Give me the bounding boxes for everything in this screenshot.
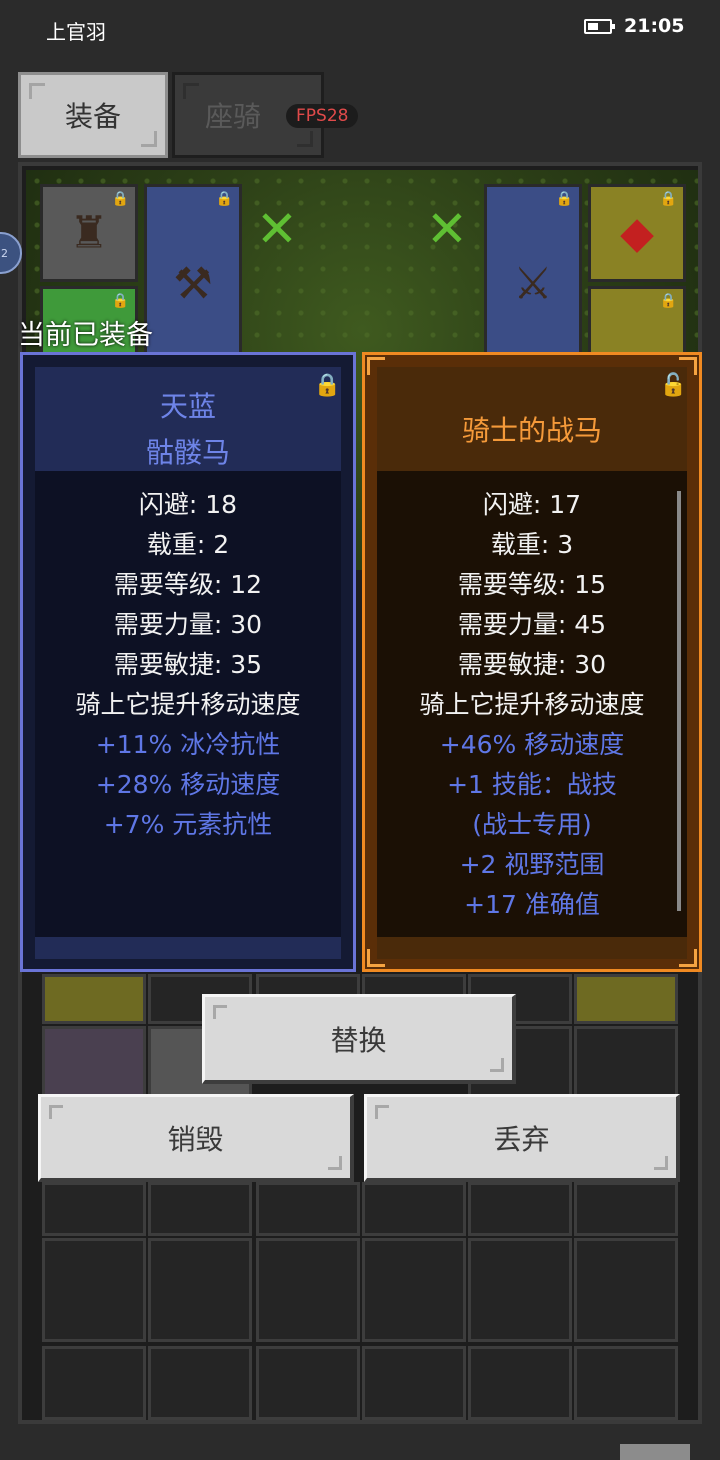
leaf-decoration-icon: ✕ (426, 200, 468, 258)
inventory-cell[interactable] (574, 1182, 678, 1236)
status-user-name: 上官羽 (46, 20, 106, 44)
inventory-cell[interactable] (42, 1182, 146, 1236)
inventory-cell[interactable] (148, 1238, 252, 1342)
mace-icon: ⚒ (173, 258, 213, 310)
inventory-cell[interactable] (468, 1346, 572, 1420)
stat-line: 需要敏捷: 30 (457, 650, 607, 679)
fps-badge: FPS28 (286, 104, 359, 128)
inventory-cell[interactable] (574, 974, 678, 1024)
inventory-cell[interactable] (42, 974, 146, 1024)
inventory-cell[interactable] (148, 1346, 252, 1420)
lock-icon: 🔒 (215, 191, 233, 207)
corner-ornament (679, 949, 697, 967)
compared-item-name: 骑士的战马 (461, 414, 602, 447)
helmet-slot[interactable]: 🔒 ♜ (40, 184, 138, 282)
inventory-cell[interactable] (42, 1346, 146, 1420)
discard-button-label: 丢弃 (493, 1122, 550, 1156)
magic-stat-line: +2 视野范围 (459, 850, 605, 879)
inventory-cell[interactable] (468, 1182, 572, 1236)
equipped-item-prefix: 天蓝 (159, 390, 216, 423)
stat-line: 需要等级: 12 (113, 570, 263, 599)
inventory-cell[interactable] (362, 1346, 466, 1420)
magic-stat-line: +1 技能：战技 (447, 770, 617, 799)
tab-equipment[interactable]: 装备 (18, 72, 168, 158)
stat-line: 骑上它提升移动速度 (75, 690, 301, 719)
tab-mount-label: 座骑 (204, 100, 261, 133)
stat-line: 载重: 3 (490, 530, 574, 559)
compared-item-stats: 闪避: 17 载重: 3 需要等级: 15 需要力量: 45 需要敏捷: 30 … (365, 485, 699, 925)
inventory-cell[interactable] (148, 1182, 252, 1236)
inventory-cell[interactable] (574, 1346, 678, 1420)
replace-button[interactable]: 替换 (202, 994, 516, 1084)
inventory-cell[interactable] (256, 1238, 360, 1342)
inventory-cell[interactable] (574, 1238, 678, 1342)
corner-ornament (367, 949, 385, 967)
destroy-button[interactable]: 销毁 (38, 1094, 354, 1182)
lock-icon: 🔒 (111, 191, 129, 207)
amulet-slot[interactable]: 🔒 ◆ (588, 184, 686, 282)
magic-stat-line: +7% 元素抗性 (103, 810, 273, 839)
spear-icon: ⚔ (513, 258, 553, 310)
stat-line: 闪避: 17 (482, 490, 582, 519)
current-equipped-label: 当前已装备 (18, 320, 153, 351)
magic-stat-line: +11% 冰冷抗性 (95, 730, 281, 759)
lock-icon: 🔒 (659, 293, 677, 309)
inventory-cell[interactable] (42, 1238, 146, 1342)
bottom-handle[interactable] (620, 1444, 690, 1460)
stat-line: 载重: 2 (146, 530, 230, 559)
lock-icon: 🔒 (555, 191, 573, 207)
compared-item-card: 🔓 骑士的战马 闪避: 17 载重: 3 需要等级: 15 需要力量: 45 需… (362, 352, 702, 972)
inventory-cell[interactable] (256, 1346, 360, 1420)
stat-line: 需要等级: 15 (457, 570, 607, 599)
stats-scrollbar[interactable] (677, 491, 681, 911)
magic-stat-line: +17 准确值 (464, 890, 600, 919)
equipped-item-stats: 闪避: 18 载重: 2 需要等级: 12 需要力量: 30 需要敏捷: 35 … (23, 485, 353, 845)
unlock-icon[interactable]: 🔓 (660, 373, 687, 398)
stat-line: 需要力量: 45 (457, 610, 607, 639)
inventory-cell[interactable] (362, 1182, 466, 1236)
inventory-cell[interactable] (362, 1238, 466, 1342)
magic-stat-line: +28% 移动速度 (95, 770, 281, 799)
equipped-item-card: 🔒 天蓝 骷髅马 闪避: 18 载重: 2 需要等级: 12 需要力量: 30 … (20, 352, 356, 972)
magic-stat-line: +46% 移动速度 (439, 730, 625, 759)
helmet-icon: ♜ (69, 207, 109, 259)
status-bar: 上官羽 21:05 (0, 0, 720, 58)
magic-stat-line: (战士专用) (472, 810, 592, 839)
stat-line: 需要力量: 30 (113, 610, 263, 639)
stat-line: 需要敏捷: 35 (113, 650, 263, 679)
stat-line: 骑上它提升移动速度 (419, 690, 645, 719)
equipped-item-name: 骷髅马 (145, 436, 230, 469)
destroy-button-label: 销毁 (167, 1122, 224, 1156)
battery-icon (584, 19, 615, 34)
lock-icon: 🔒 (659, 191, 677, 207)
status-time: 21:05 (624, 15, 685, 37)
discard-button[interactable]: 丢弃 (364, 1094, 680, 1182)
inventory-cell[interactable] (256, 1182, 360, 1236)
lock-icon: 🔒 (111, 293, 129, 309)
inventory-cell[interactable] (468, 1238, 572, 1342)
amulet-icon: ◆ (620, 207, 654, 259)
stat-line: 闪避: 18 (138, 490, 238, 519)
leaf-decoration-icon: ✕ (256, 200, 298, 258)
tab-equipment-label: 装备 (64, 100, 121, 133)
replace-button-label: 替换 (330, 1023, 387, 1057)
corner-ornament (367, 357, 385, 375)
